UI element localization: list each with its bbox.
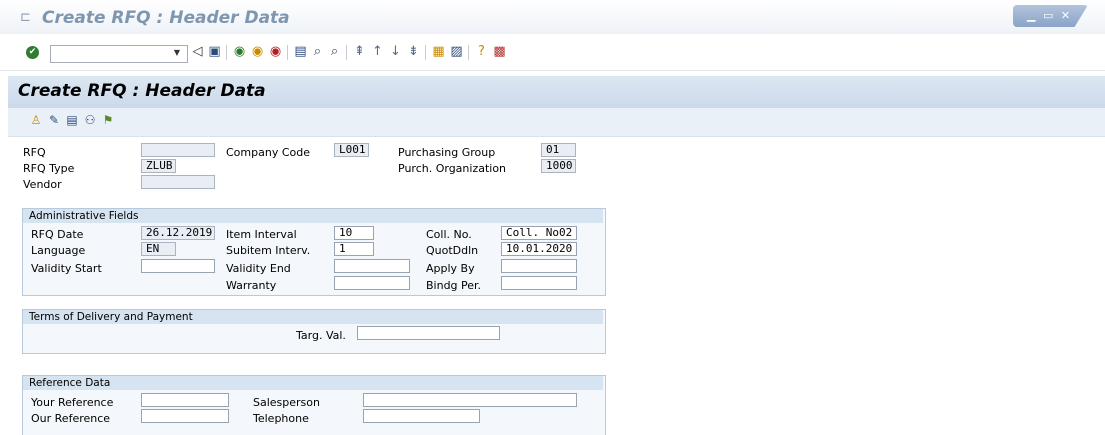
vendor-field[interactable] [141, 175, 215, 189]
toolbar-separator [346, 45, 347, 60]
print-icon[interactable]: ▤ [293, 44, 308, 60]
language-field[interactable]: EN [141, 242, 176, 256]
toolbar-separator [287, 45, 288, 60]
terms-of-delivery-title: Terms of Delivery and Payment [23, 310, 603, 324]
previous-page-icon[interactable]: ↑ [370, 44, 385, 60]
warranty-field[interactable] [334, 276, 410, 290]
apply-by-field[interactable] [501, 259, 577, 273]
targ-val-field[interactable] [357, 326, 500, 340]
shortcut-icon[interactable]: ▨ [449, 44, 464, 60]
page-title: Create RFQ : Header Data [18, 81, 266, 101]
document-icon[interactable]: ▤ [64, 112, 80, 128]
apply-by-label: Apply By [426, 262, 475, 275]
purchasing-group-field[interactable]: 01 [541, 143, 576, 157]
flag-icon[interactable]: ⚑ [100, 112, 116, 128]
find-next-icon[interactable]: ⌕ [327, 44, 342, 60]
bindg-per-field[interactable] [501, 276, 577, 290]
back-arrow-icon[interactable]: ◁ [190, 44, 205, 60]
administrative-fields-title: Administrative Fields [23, 209, 603, 223]
last-page-icon[interactable]: ⇟ [406, 44, 421, 60]
subitem-interval-field[interactable]: 1 [334, 242, 374, 256]
help-icon[interactable]: ? [474, 44, 489, 60]
language-label: Language [31, 244, 86, 257]
exit-icon[interactable]: ◉ [250, 44, 265, 60]
first-page-icon[interactable]: ⇞ [352, 44, 367, 60]
purch-organization-field[interactable]: 1000 [541, 159, 576, 173]
cancel-icon[interactable]: ◉ [268, 44, 283, 60]
window-title: Create RFQ : Header Data [42, 8, 290, 28]
rfq-date-label: RFQ Date [31, 228, 84, 241]
toolbar-separator [468, 45, 469, 60]
edit-icon[interactable]: ✎ [46, 112, 62, 128]
warranty-label: Warranty [226, 279, 277, 292]
vendor-label: Vendor [23, 178, 62, 191]
vendor-person-icon[interactable]: ♙ [28, 112, 44, 128]
salesperson-field[interactable] [363, 393, 577, 407]
validity-start-label: Validity Start [31, 262, 102, 275]
our-reference-label: Our Reference [31, 412, 111, 425]
back-icon[interactable]: ◉ [232, 44, 247, 60]
bindg-per-label: Bindg Per. [426, 279, 482, 292]
enter-check-icon[interactable]: ✔ [26, 46, 39, 59]
your-reference-label: Your Reference [31, 396, 114, 409]
validity-end-label: Validity End [226, 262, 291, 275]
command-field[interactable] [50, 45, 188, 63]
subitem-interval-label: Subitem Interv. [226, 244, 311, 257]
quotddln-field[interactable]: 10.01.2020 [501, 242, 577, 256]
coll-no-label: Coll. No. [426, 228, 472, 241]
telephone-label: Telephone [253, 412, 309, 425]
quotddln-label: QuotDdln [426, 244, 479, 257]
toolbar-separator [226, 45, 227, 60]
targ-val-label: Targ. Val. [296, 329, 346, 342]
save-icon[interactable]: ▣ [207, 44, 222, 60]
rfq-field[interactable] [141, 143, 215, 157]
item-interval-field[interactable]: 10 [334, 226, 374, 240]
coll-no-field[interactable]: Coll. No02 [501, 226, 577, 240]
our-reference-field[interactable] [141, 409, 229, 423]
menu-icon[interactable]: ⊏ [20, 10, 31, 25]
company-code-field[interactable]: L001 [334, 143, 369, 157]
rfq-type-label: RFQ Type [23, 162, 75, 175]
purchasing-group-label: Purchasing Group [398, 146, 496, 159]
rfq-date-field[interactable]: 26.12.2019 [141, 226, 215, 240]
reference-data-title: Reference Data [23, 376, 603, 390]
toolbar-separator [425, 45, 426, 60]
next-page-icon[interactable]: ↓ [388, 44, 403, 60]
chevron-down-icon[interactable]: ▼ [170, 45, 184, 61]
purch-organization-label: Purch. Organization [398, 162, 507, 175]
new-session-icon[interactable]: ▦ [431, 44, 446, 60]
telephone-field[interactable] [363, 409, 480, 423]
company-code-label: Company Code [226, 146, 310, 159]
item-interval-label: Item Interval [226, 228, 297, 241]
validity-end-field[interactable] [334, 259, 410, 273]
partners-icon[interactable]: ⚇ [82, 112, 98, 128]
your-reference-field[interactable] [141, 393, 229, 407]
layout-menu-icon[interactable]: ▩ [492, 44, 507, 60]
rfq-type-field[interactable]: ZLUB [141, 159, 176, 173]
find-icon[interactable]: ⌕ [310, 44, 325, 60]
validity-start-field[interactable] [141, 259, 215, 273]
salesperson-label: Salesperson [253, 396, 320, 409]
application-toolbar [8, 108, 1105, 137]
rfq-label: RFQ [23, 146, 46, 159]
